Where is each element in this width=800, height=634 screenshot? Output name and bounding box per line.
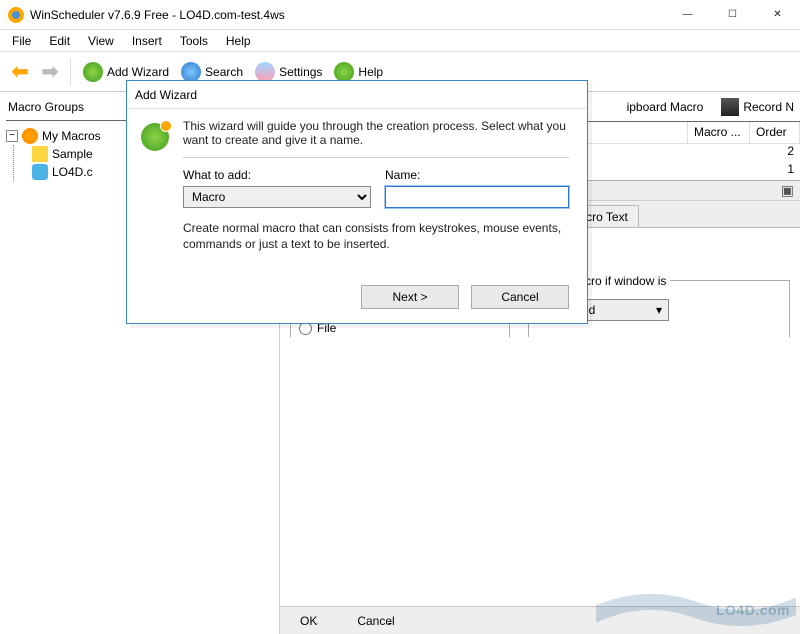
col-order[interactable]: Order — [750, 122, 800, 143]
help-icon — [334, 62, 354, 82]
add-wizard-label: Add Wizard — [107, 65, 169, 79]
tree-root-label: My Macros — [42, 129, 101, 143]
folder-icon — [22, 128, 38, 144]
add-wizard-icon — [83, 62, 103, 82]
editor-button-bar: OK Cancel — [280, 606, 800, 634]
menu-file[interactable]: File — [12, 34, 31, 48]
forward-button[interactable]: ➡ — [36, 58, 64, 86]
record-icon — [721, 98, 739, 116]
app-icon — [8, 7, 24, 23]
settings-label: Settings — [279, 65, 322, 79]
tree-sample-label: Sample — [52, 147, 93, 161]
next-button[interactable]: Next > — [361, 285, 459, 309]
wizard-intro-text: This wizard will guide you through the c… — [183, 119, 569, 158]
tree-expander-icon[interactable]: − — [6, 130, 18, 142]
add-wizard-dialog: Add Wizard This wizard will guide you th… — [126, 80, 588, 324]
toolbar-separator — [70, 58, 75, 86]
menubar: File Edit View Insert Tools Help — [0, 30, 800, 52]
menu-help[interactable]: Help — [226, 34, 251, 48]
wizard-description: Create normal macro that can consists fr… — [183, 220, 569, 252]
search-icon — [181, 62, 201, 82]
chevron-down-icon: ▾ — [656, 303, 662, 317]
name-input[interactable] — [385, 186, 569, 208]
cell-order: 1 — [750, 162, 800, 180]
menu-edit[interactable]: Edit — [49, 34, 70, 48]
ok-button[interactable]: OK — [300, 614, 317, 628]
menu-view[interactable]: View — [88, 34, 114, 48]
col-macro[interactable]: Macro ... — [688, 122, 750, 143]
clipboard-macro-label: ipboard Macro — [627, 100, 704, 114]
settings-icon — [255, 62, 275, 82]
tree-lo4d-label: LO4D.c — [52, 165, 93, 179]
maximize-button[interactable]: ☐ — [710, 0, 755, 29]
name-label: Name: — [385, 168, 569, 182]
search-label: Search — [205, 65, 243, 79]
record-button[interactable]: Record N — [721, 98, 794, 116]
clipboard-macro-button[interactable]: ipboard Macro — [627, 100, 704, 114]
close-button[interactable]: ✕ — [755, 0, 800, 29]
help-label: Help — [358, 65, 383, 79]
dialog-cancel-button[interactable]: Cancel — [471, 285, 569, 309]
menu-insert[interactable]: Insert — [132, 34, 162, 48]
cell-order: 2 — [750, 144, 800, 162]
macro-icon — [32, 164, 48, 180]
menu-tools[interactable]: Tools — [180, 34, 208, 48]
dialog-title: Add Wizard — [127, 81, 587, 109]
titlebar: WinScheduler v7.6.9 Free - LO4D.com-test… — [0, 0, 800, 30]
cancel-button[interactable]: Cancel — [357, 614, 394, 628]
back-button[interactable]: ⬅ — [6, 58, 34, 86]
window-title: WinScheduler v7.6.9 Free - LO4D.com-test… — [30, 8, 285, 22]
what-to-add-select[interactable]: Macro — [183, 186, 371, 208]
what-to-add-label: What to add: — [183, 168, 371, 182]
panel-maximize-icon[interactable]: ▣ — [781, 182, 794, 199]
minimize-button[interactable]: — — [665, 0, 710, 29]
window-controls: — ☐ ✕ — [665, 0, 800, 29]
record-label: Record N — [743, 100, 794, 114]
wizard-icon — [141, 123, 169, 151]
folder-icon — [32, 146, 48, 162]
